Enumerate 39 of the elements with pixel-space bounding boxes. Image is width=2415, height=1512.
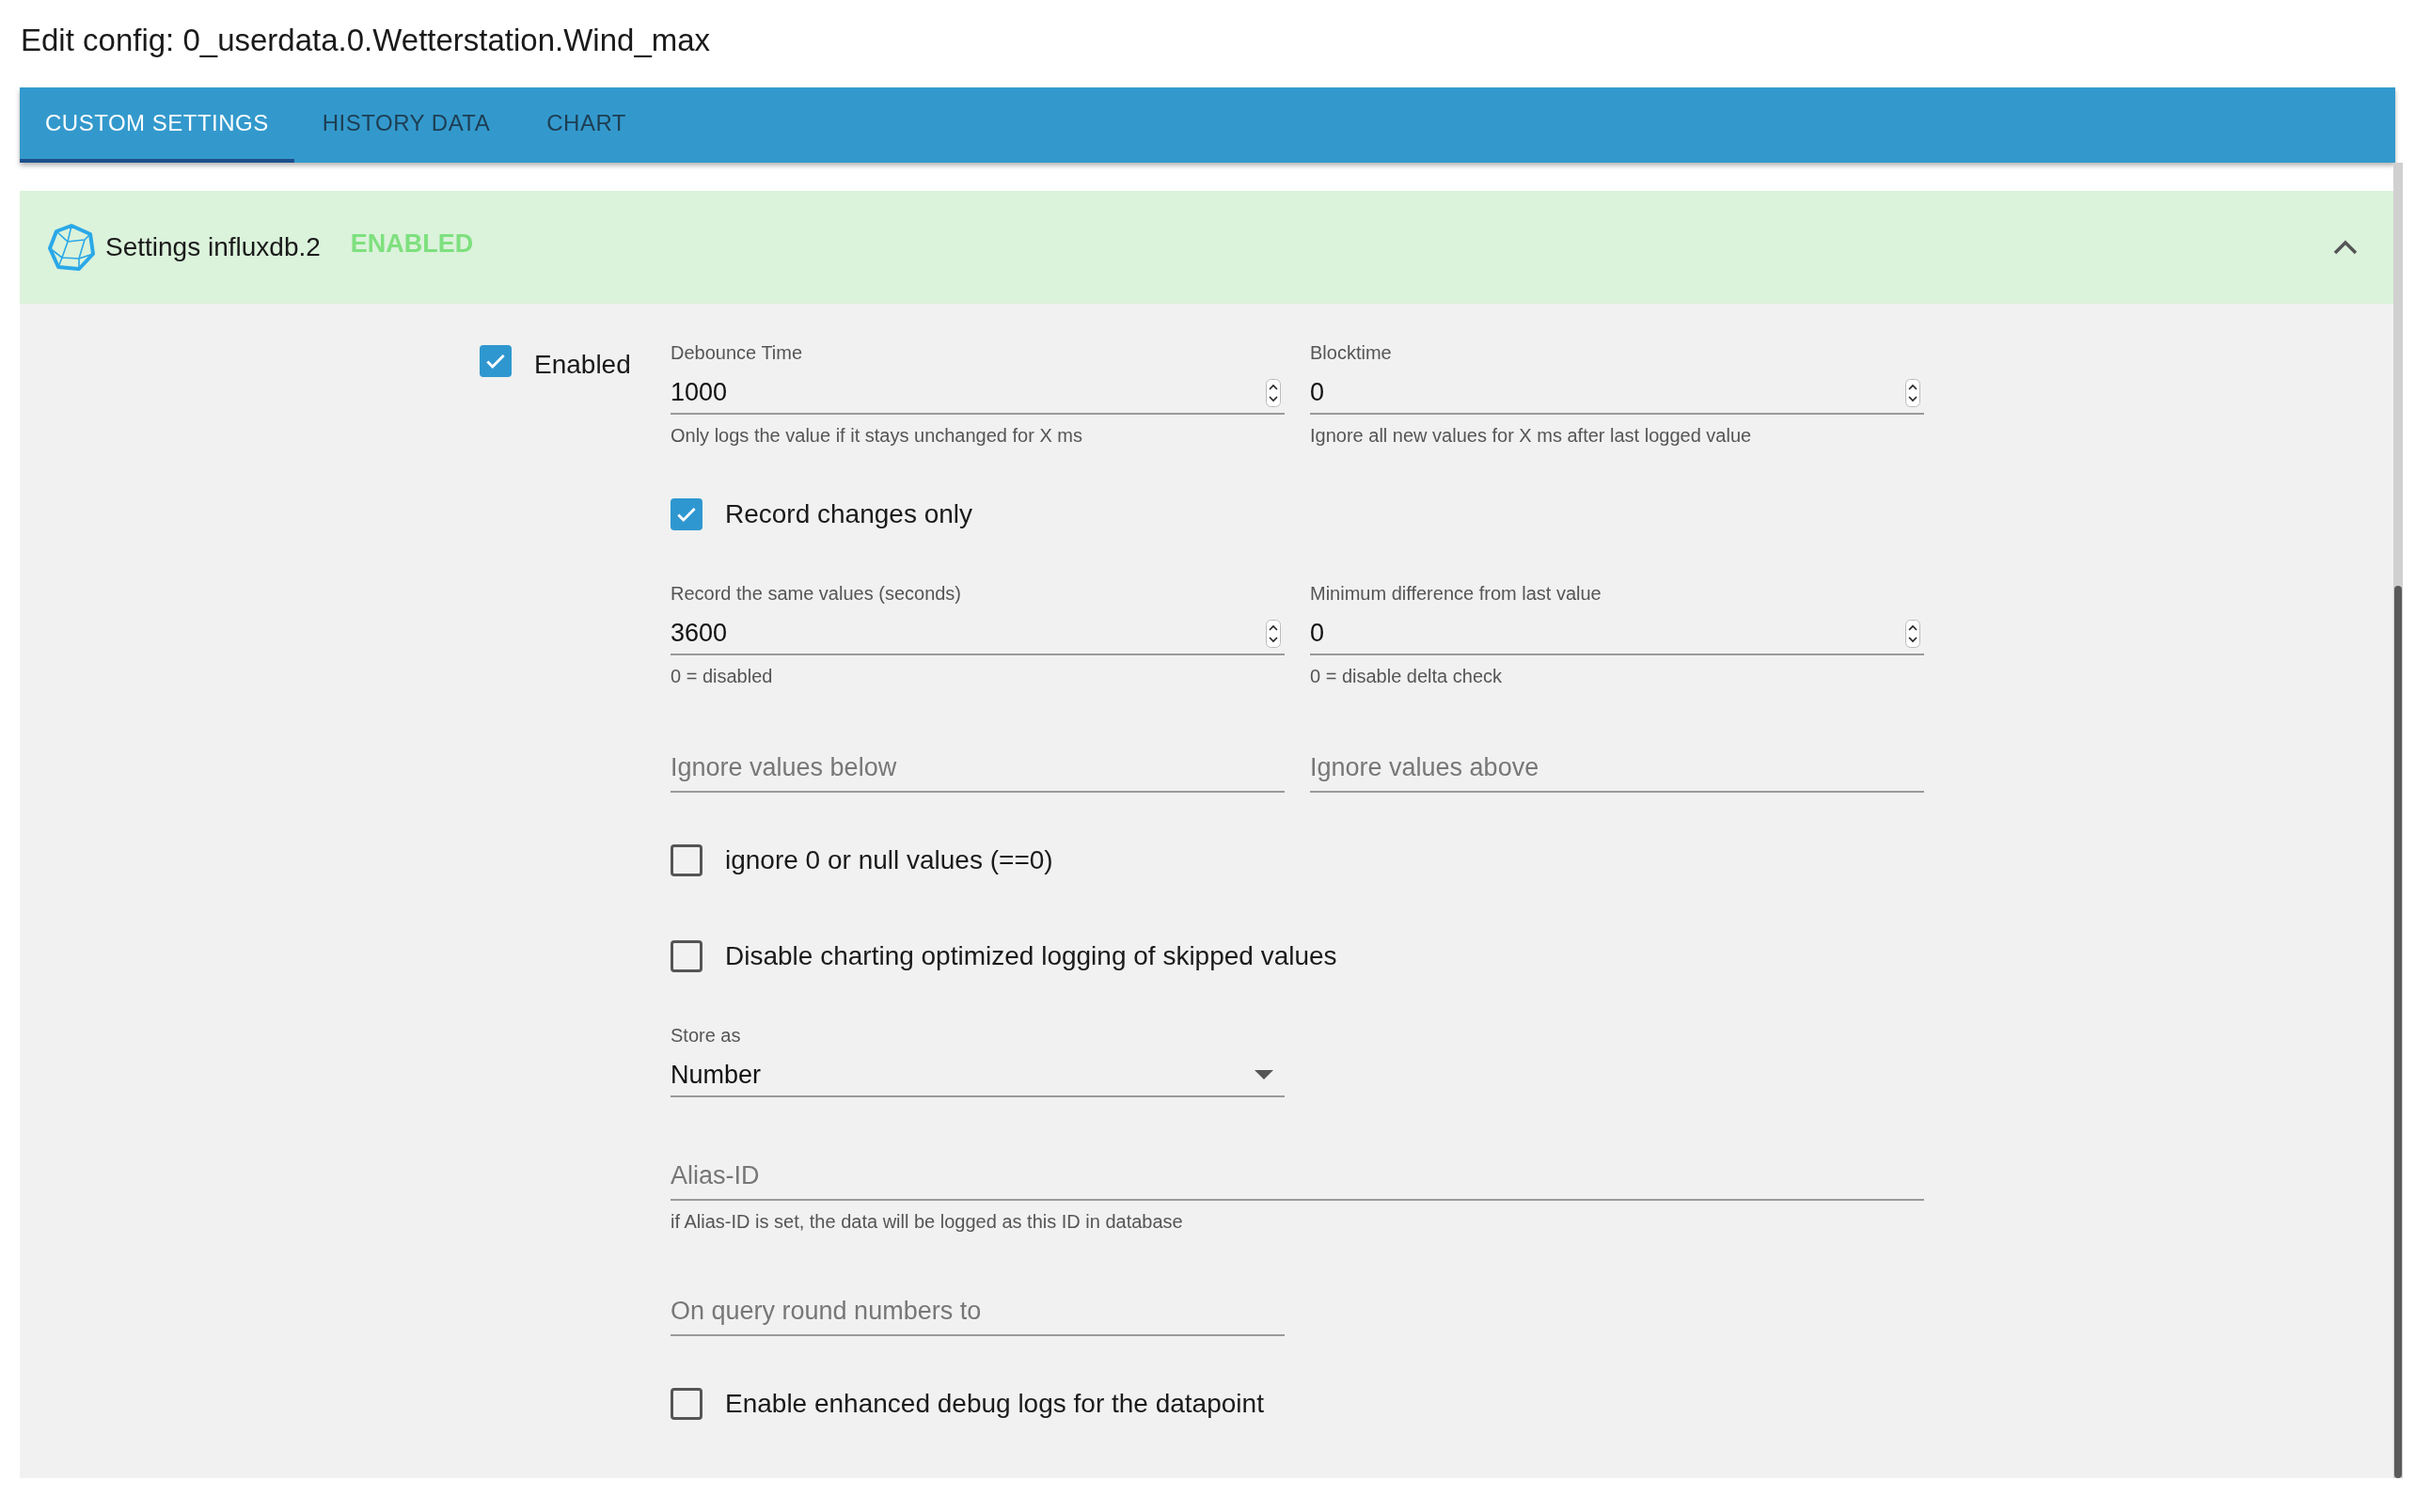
spinner-icon[interactable] <box>1905 620 1920 648</box>
spinner-icon[interactable] <box>1905 379 1920 407</box>
field-label: Store as <box>671 1024 742 1047</box>
dialog-title: Edit config: 0_userdata.0.Wetterstation.Wind_max <box>20 22 712 59</box>
field-label: Debounce Time <box>671 341 804 364</box>
tab[interactable]: HISTORY DATA <box>293 87 519 163</box>
text-input[interactable]: Ignore values below <box>671 744 1285 793</box>
text-input[interactable]: Ignore values above <box>1310 744 1924 793</box>
checkbox-label: Disable charting optimized logging of skipped values <box>725 940 1337 972</box>
polyhedron-icon <box>47 223 96 272</box>
select-field[interactable]: Number <box>671 1054 1285 1097</box>
field-label: Minimum difference from last value <box>1310 582 1602 605</box>
text-input[interactable]: On query round numbers to <box>671 1287 1285 1336</box>
field-label: Record the same values (seconds) <box>671 582 963 605</box>
status-label: ENABLED <box>350 228 474 260</box>
checkbox[interactable] <box>671 498 702 530</box>
checkbox[interactable] <box>671 1388 702 1420</box>
panel-header[interactable]: Settings influxdb.2 ENABLED <box>20 191 2393 304</box>
checkbox[interactable] <box>671 844 702 876</box>
helper-text: Only logs the value if it stays unchanged for X ms <box>671 424 1083 447</box>
checkbox-label: ignore 0 or null values (==0) <box>725 844 1053 876</box>
checkbox-label: Enable enhanced debug logs for the datapoint <box>725 1388 1264 1420</box>
helper-text: 0 = disabled <box>671 665 774 687</box>
helper-text: if Alias-ID is set, the data will be logged as this ID in database <box>671 1210 1184 1233</box>
scrollbar[interactable] <box>2393 163 2403 1478</box>
checkbox[interactable] <box>671 940 702 972</box>
panel-title: Settings influxdb.2 <box>105 231 321 263</box>
dropdown-caret-icon <box>1255 1070 1273 1079</box>
helper-text: Ignore all new values for X ms after last logged value <box>1310 424 1753 447</box>
helper-text: 0 = disable delta check <box>1310 665 1504 687</box>
field-label: Blocktime <box>1310 341 1393 364</box>
checkbox[interactable] <box>480 345 512 377</box>
text-input[interactable]: Alias-ID <box>671 1152 1924 1201</box>
spinner-icon[interactable] <box>1266 620 1281 648</box>
spinner-icon[interactable] <box>1266 379 1281 407</box>
chevron-icon[interactable] <box>2333 240 2358 255</box>
tab[interactable]: CHART <box>518 87 655 163</box>
checkbox-label: Enabled <box>534 349 631 381</box>
checkbox-label: Record changes only <box>725 498 973 530</box>
